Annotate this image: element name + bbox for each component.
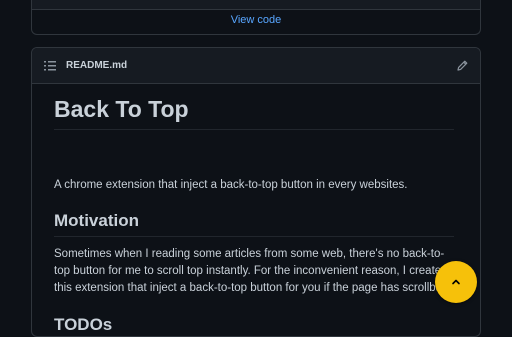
- readme-header: README.md: [32, 48, 480, 84]
- view-code-link[interactable]: View code: [32, 14, 480, 26]
- readme-panel: README.md Back To Top A chrome extension…: [31, 47, 481, 337]
- pencil-icon[interactable]: [456, 59, 469, 72]
- motivation-text: Sometimes when I reading some articles f…: [54, 248, 449, 294]
- file-list-bottom: [32, 0, 480, 10]
- chevron-up-icon: [452, 279, 460, 285]
- list-icon[interactable]: [43, 59, 57, 73]
- readme-filename: README.md: [66, 60, 128, 71]
- todos-heading: TODOs: [54, 315, 454, 336]
- readme-description: A chrome extension that inject a back-to…: [54, 179, 408, 191]
- back-to-top-button[interactable]: [435, 261, 477, 303]
- readme-title-heading: Back To Top: [54, 96, 454, 130]
- file-list-panel: View code: [31, 0, 481, 35]
- motivation-heading: Motivation: [54, 211, 454, 237]
